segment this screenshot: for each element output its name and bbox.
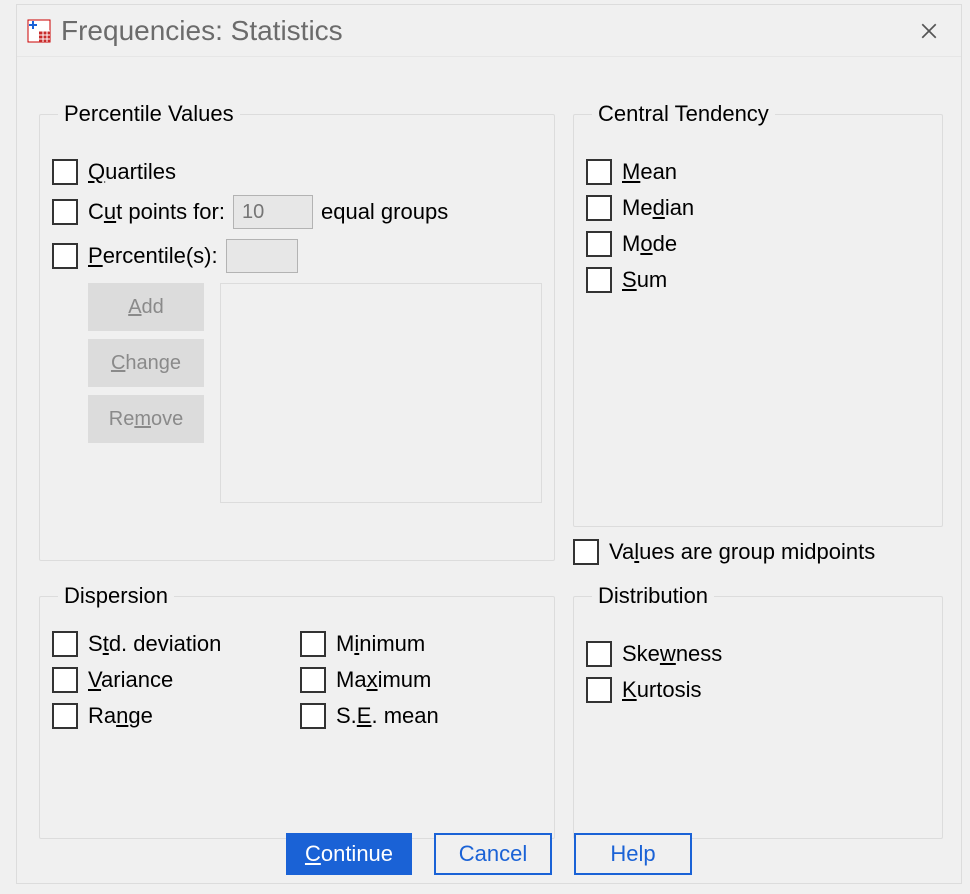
skewness-checkbox[interactable]: [586, 641, 612, 667]
min-checkbox[interactable]: [300, 631, 326, 657]
central-tendency-legend: Central Tendency: [592, 101, 775, 127]
midpoints-row: Values are group midpoints: [573, 539, 875, 565]
range-label[interactable]: Range: [88, 703, 153, 729]
continue-button[interactable]: Continue: [286, 833, 412, 875]
help-button[interactable]: Help: [574, 833, 692, 875]
central-tendency-group: Central Tendency Mean Median Mode Sum: [573, 101, 943, 527]
add-button[interactable]: Add: [88, 283, 204, 331]
range-checkbox[interactable]: [52, 703, 78, 729]
dialog-footer: Continue Cancel Help: [17, 833, 961, 875]
kurtosis-checkbox[interactable]: [586, 677, 612, 703]
std-label[interactable]: Std. deviation: [88, 631, 221, 657]
se-label[interactable]: S.E. mean: [336, 703, 439, 729]
midpoints-checkbox[interactable]: [573, 539, 599, 565]
cutpoints-checkbox[interactable]: [52, 199, 78, 225]
quartiles-label[interactable]: Quartiles: [88, 159, 176, 185]
percentile-values-group: Percentile Values Quartiles Cut points f…: [39, 101, 555, 561]
mode-checkbox[interactable]: [586, 231, 612, 257]
percentiles-input[interactable]: [226, 239, 298, 273]
sum-label[interactable]: Sum: [622, 267, 667, 293]
mean-checkbox[interactable]: [586, 159, 612, 185]
close-icon[interactable]: [911, 13, 947, 49]
titlebar: Frequencies: Statistics: [17, 5, 961, 57]
change-button[interactable]: Change: [88, 339, 204, 387]
se-checkbox[interactable]: [300, 703, 326, 729]
std-checkbox[interactable]: [52, 631, 78, 657]
percentiles-label[interactable]: Percentile(s):: [88, 243, 218, 269]
dialog-title: Frequencies: Statistics: [61, 15, 911, 47]
max-checkbox[interactable]: [300, 667, 326, 693]
distribution-group: Distribution Skewness Kurtosis: [573, 583, 943, 839]
kurtosis-label[interactable]: Kurtosis: [622, 677, 701, 703]
skewness-label[interactable]: Skewness: [622, 641, 722, 667]
midpoints-label[interactable]: Values are group midpoints: [609, 539, 875, 565]
min-label[interactable]: Minimum: [336, 631, 425, 657]
dispersion-group: Dispersion Std. deviation Minimum Varian…: [39, 583, 555, 839]
median-label[interactable]: Median: [622, 195, 694, 221]
dialog-body: Percentile Values Quartiles Cut points f…: [17, 57, 961, 883]
percentile-values-legend: Percentile Values: [58, 101, 240, 127]
max-label[interactable]: Maximum: [336, 667, 431, 693]
distribution-legend: Distribution: [592, 583, 714, 609]
mean-label[interactable]: Mean: [622, 159, 677, 185]
var-label[interactable]: Variance: [88, 667, 173, 693]
var-checkbox[interactable]: [52, 667, 78, 693]
cutpoints-input[interactable]: [233, 195, 313, 229]
percentiles-listbox[interactable]: [220, 283, 542, 503]
median-checkbox[interactable]: [586, 195, 612, 221]
cutpoints-label-suffix: equal groups: [321, 199, 448, 225]
statistics-dialog: Frequencies: Statistics Percentile Value…: [16, 4, 962, 884]
remove-button[interactable]: Remove: [88, 395, 204, 443]
dispersion-legend: Dispersion: [58, 583, 174, 609]
mode-label[interactable]: Mode: [622, 231, 677, 257]
app-icon: [27, 19, 51, 43]
sum-checkbox[interactable]: [586, 267, 612, 293]
cancel-button[interactable]: Cancel: [434, 833, 552, 875]
percentiles-checkbox[interactable]: [52, 243, 78, 269]
cutpoints-label-prefix[interactable]: Cut points for:: [88, 199, 225, 225]
quartiles-checkbox[interactable]: [52, 159, 78, 185]
